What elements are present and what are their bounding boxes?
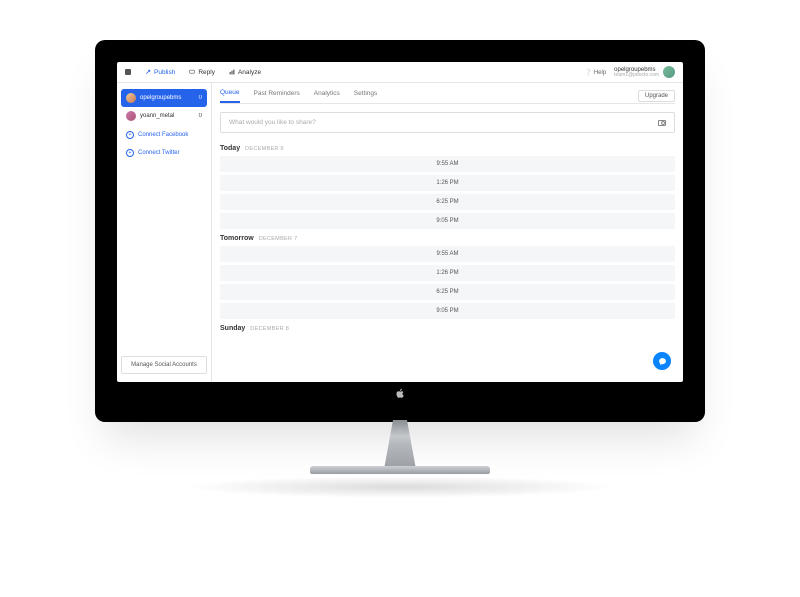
plus-icon: +: [126, 149, 134, 157]
content-tabs: Queue Past Reminders Analytics Settings …: [220, 83, 675, 104]
time-slot[interactable]: 9:55 AM: [220, 156, 675, 172]
day-header: TomorrowDECEMBER 7: [220, 235, 675, 242]
schedule-list: TodayDECEMBER 6 9:55 AM 1:26 PM 6:25 PM …: [220, 139, 675, 382]
composer[interactable]: What would you like to share?: [220, 112, 675, 133]
time-slot[interactable]: 1:26 PM: [220, 265, 675, 281]
monitor-shadow: [185, 476, 615, 498]
app-logo-icon: [125, 69, 131, 75]
top-nav: Publish Reply Analyze ❔ Help: [117, 62, 683, 83]
account-count: 0: [199, 113, 202, 119]
time-slot[interactable]: 9:05 PM: [220, 303, 675, 319]
manage-social-accounts-button[interactable]: Manage Social Accounts: [121, 356, 207, 374]
monitor-stand: [365, 420, 435, 466]
nav-publish[interactable]: Publish: [145, 69, 175, 76]
day-header: TodayDECEMBER 6: [220, 145, 675, 152]
help-icon: ❔: [585, 70, 592, 76]
account-avatar-icon: [126, 111, 136, 121]
time-slot[interactable]: 6:25 PM: [220, 194, 675, 210]
tab-analytics[interactable]: Analytics: [314, 90, 340, 102]
help-link[interactable]: ❔ Help: [585, 69, 607, 76]
avatar: [663, 66, 675, 78]
monitor-base: [310, 466, 490, 474]
analyze-icon: [229, 69, 235, 75]
nav-reply[interactable]: Reply: [189, 69, 215, 76]
monitor-frame: Publish Reply Analyze ❔ Help: [95, 40, 705, 422]
time-slot[interactable]: 9:05 PM: [220, 213, 675, 229]
composer-placeholder: What would you like to share?: [229, 119, 316, 126]
main-panel: Queue Past Reminders Analytics Settings …: [212, 83, 683, 382]
apple-logo-icon: [117, 386, 683, 404]
email-label: team1@pdocto.com: [614, 73, 659, 78]
chat-icon: [658, 357, 667, 366]
sidebar-account-1[interactable]: yoann_metal 0: [121, 107, 207, 125]
time-slot[interactable]: 9:55 AM: [220, 246, 675, 262]
sidebar-account-0[interactable]: opelgroupebms 0: [121, 89, 207, 107]
account-avatar-icon: [126, 93, 136, 103]
time-slot[interactable]: 1:26 PM: [220, 175, 675, 191]
account-count: 0: [199, 95, 202, 101]
nav-analyze[interactable]: Analyze: [229, 69, 261, 76]
upgrade-button[interactable]: Upgrade: [638, 90, 675, 102]
tab-past-reminders[interactable]: Past Reminders: [254, 90, 300, 102]
tab-settings[interactable]: Settings: [354, 90, 378, 102]
time-slot[interactable]: 6:25 PM: [220, 284, 675, 300]
camera-icon[interactable]: [658, 120, 666, 126]
user-menu[interactable]: opelgroupebms team1@pdocto.com: [614, 66, 675, 78]
tab-queue[interactable]: Queue: [220, 89, 240, 103]
day-header: SundayDECEMBER 8: [220, 325, 675, 332]
reply-icon: [189, 69, 195, 75]
connect-twitter[interactable]: + Connect Twitter: [121, 145, 207, 161]
connect-facebook[interactable]: + Connect Facebook: [121, 127, 207, 143]
chat-fab[interactable]: [653, 352, 671, 370]
sidebar: opelgroupebms 0 yoann_metal 0 + Connect …: [117, 83, 212, 382]
plus-icon: +: [126, 131, 134, 139]
publish-icon: [145, 69, 151, 75]
app-screen: Publish Reply Analyze ❔ Help: [117, 62, 683, 382]
